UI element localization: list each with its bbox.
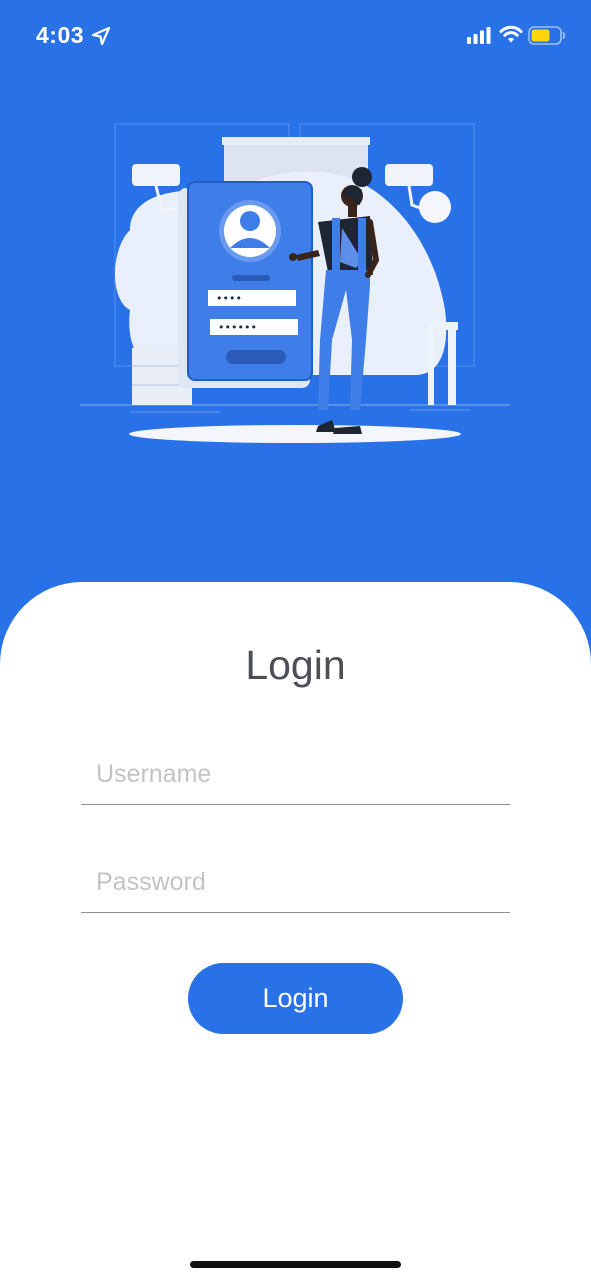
login-illustration: •••• •••••• bbox=[80, 123, 510, 443]
wifi-icon bbox=[499, 25, 523, 43]
status-bar: 4:03 bbox=[0, 0, 591, 70]
page-title: Login bbox=[245, 642, 346, 688]
battery-icon bbox=[528, 26, 566, 45]
login-button[interactable]: Login bbox=[188, 963, 403, 1034]
home-indicator bbox=[190, 1261, 401, 1268]
illustration-password-mask-1: •••• bbox=[216, 292, 242, 305]
illustration-password-mask-2: •••••• bbox=[218, 321, 257, 334]
password-field bbox=[81, 852, 510, 913]
username-field bbox=[81, 744, 510, 805]
status-time: 4:03 bbox=[36, 22, 85, 48]
cellular-signal-icon bbox=[467, 27, 491, 44]
username-input[interactable] bbox=[96, 752, 496, 796]
location-arrow-icon bbox=[91, 26, 111, 46]
password-input[interactable] bbox=[96, 860, 496, 904]
